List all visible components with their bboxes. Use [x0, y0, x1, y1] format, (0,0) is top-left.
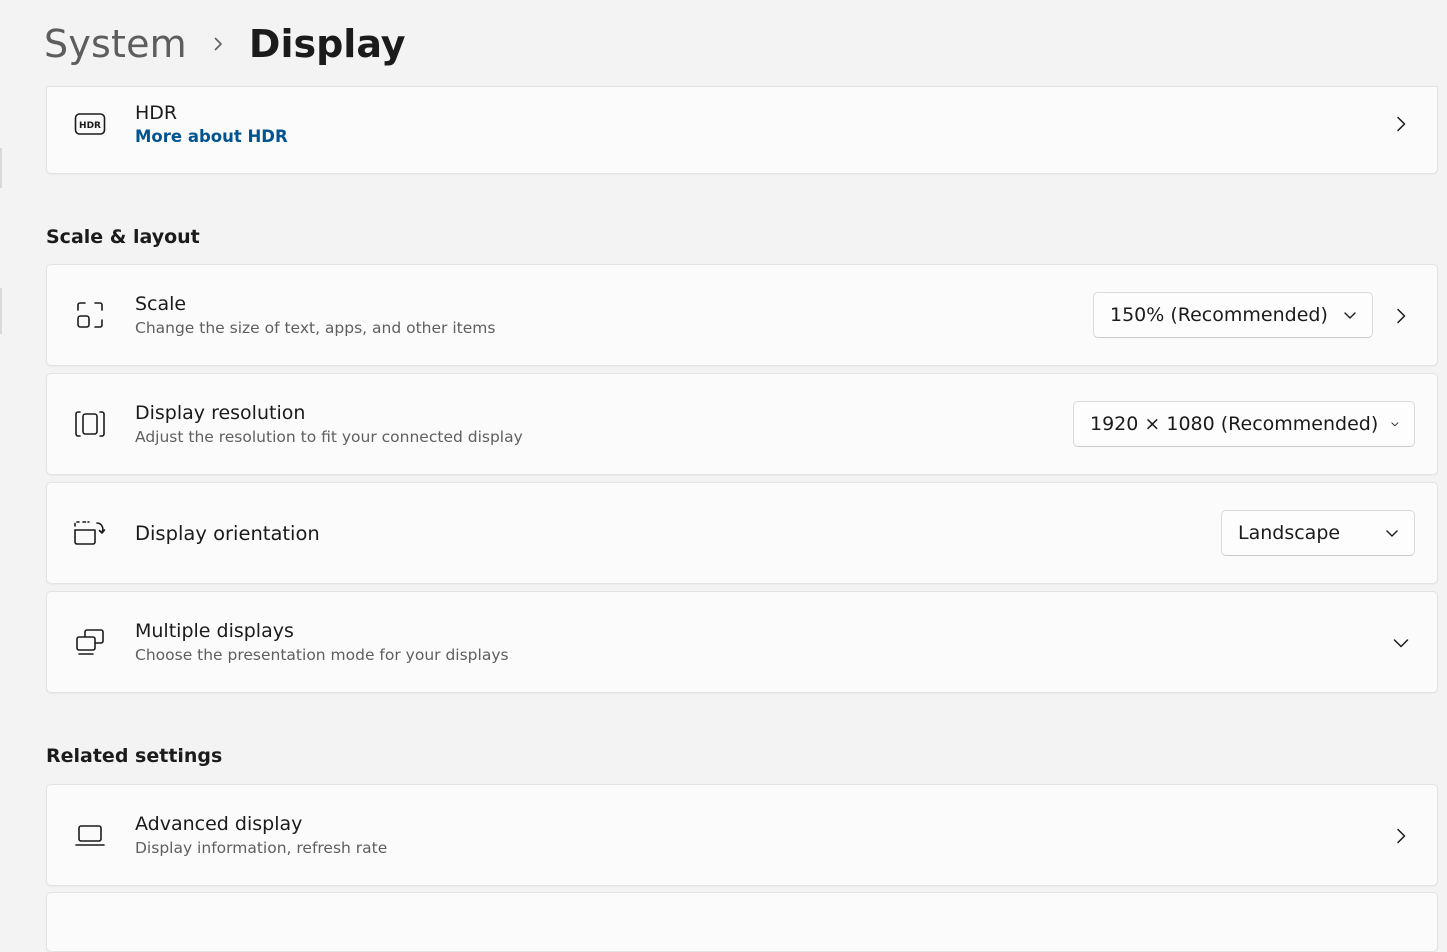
breadcrumb: System Display [44, 14, 406, 74]
hdr-icon: HDR [73, 107, 107, 141]
more-about-hdr-link[interactable]: More about HDR [135, 126, 288, 148]
laptop-icon [73, 818, 107, 852]
resolution-icon [73, 407, 107, 441]
breadcrumb-chevron-icon [187, 36, 249, 52]
display-orientation-dropdown-value: Landscape [1238, 522, 1341, 544]
page-title: Display [248, 22, 406, 66]
display-orientation-title: Display orientation [135, 522, 320, 545]
display-resolution-dropdown[interactable]: 1920 × 1080 (Recommended) [1073, 401, 1415, 447]
display-orientation-dropdown[interactable]: Landscape [1221, 510, 1415, 556]
hdr-title: HDR [135, 102, 178, 124]
chevron-right-icon [1397, 116, 1406, 132]
chevron-down-icon [1344, 312, 1356, 319]
scale-dropdown-value: 150% (Recommended) [1110, 304, 1328, 326]
section-header-scale-layout: Scale & layout [46, 226, 200, 248]
breadcrumb-system[interactable]: System [44, 22, 187, 66]
display-resolution-title: Display resolution [135, 402, 306, 424]
section-header-related-settings: Related settings [46, 745, 223, 767]
orientation-icon [73, 516, 107, 550]
multiple-displays-title: Multiple displays [135, 620, 294, 642]
chevron-right-icon [1397, 828, 1406, 844]
display-resolution-subtitle: Adjust the resolution to fit your connec… [135, 428, 523, 446]
display-resolution-dropdown-value: 1920 × 1080 (Recommended) [1090, 413, 1379, 435]
next-settings-card[interactable] [46, 892, 1438, 952]
hdr-card[interactable]: HDR HDR More about HDR [46, 86, 1438, 174]
scale-title: Scale [135, 293, 187, 315]
scale-icon [73, 298, 107, 332]
display-orientation-card: Display orientation Landscape [46, 482, 1438, 584]
left-pane-edge [0, 288, 2, 334]
display-resolution-card: Display resolution Adjust the resolution… [46, 373, 1438, 475]
chevron-right-icon[interactable] [1391, 306, 1411, 326]
multiple-displays-subtitle: Choose the presentation mode for your di… [135, 646, 509, 664]
multiple-displays-card[interactable]: Multiple displays Choose the presentatio… [46, 591, 1438, 693]
advanced-display-title: Advanced display [135, 813, 303, 835]
scale-card[interactable]: Scale Change the size of text, apps, and… [46, 264, 1438, 366]
left-pane-edge [0, 148, 2, 188]
chevron-down-icon [1386, 530, 1398, 537]
chevron-down-icon[interactable] [1391, 633, 1411, 653]
scale-dropdown[interactable]: 150% (Recommended) [1093, 292, 1373, 338]
advanced-display-card[interactable]: Advanced display Display information, re… [46, 784, 1438, 886]
svg-text:HDR: HDR [79, 121, 101, 131]
advanced-display-subtitle: Display information, refresh rate [135, 839, 388, 857]
chevron-down-icon [1391, 422, 1399, 427]
multiple-displays-icon [73, 625, 107, 659]
scale-subtitle: Change the size of text, apps, and other… [135, 319, 496, 337]
